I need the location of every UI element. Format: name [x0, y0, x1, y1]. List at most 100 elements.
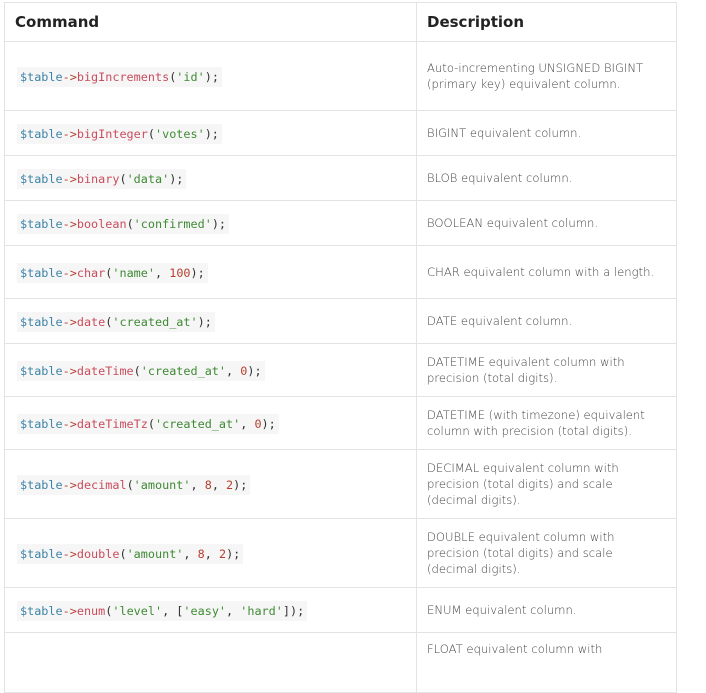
- code-token: $table: [20, 265, 63, 280]
- code-token: (: [119, 171, 127, 186]
- code-token: double: [76, 546, 120, 561]
- command-cell: $table->date('created_at');: [4, 298, 417, 344]
- command-cell: $table->bigIncrements('id');: [4, 41, 417, 111]
- table-row: $table->decimal('amount', 8, 2); DECIMAL …: [4, 449, 677, 519]
- code-token: 'easy': [183, 603, 227, 618]
- description-cell: ENUM equivalent column.: [416, 587, 677, 633]
- code-token: char: [76, 265, 106, 280]
- command-code: $table->enum('level', ['easy', 'hard']);: [17, 600, 308, 621]
- code-token: bigIncrements: [76, 69, 170, 84]
- description-cell: DATE equivalent column.: [416, 298, 677, 344]
- code-token: 100: [169, 265, 191, 280]
- table-row: FLOAT equivalent column with: [4, 632, 677, 693]
- table-row: $table->date('created_at'); DATE equivale…: [4, 298, 677, 344]
- code-token: (: [126, 477, 134, 492]
- code-token: );: [190, 265, 205, 280]
- code-token: binary: [76, 171, 120, 186]
- table-row: $table->dateTime('created_at', 0); DATETI…: [4, 343, 677, 397]
- code-token: 0: [254, 416, 262, 431]
- command-cell: $table->char('name', 100);: [4, 245, 417, 299]
- command-code: $table->char('name', 100);: [17, 262, 208, 283]
- code-token: dateTime: [76, 363, 134, 378]
- code-token: (: [147, 126, 155, 141]
- command-code: $table->double('amount', 8, 2);: [17, 543, 244, 564]
- code-token: );: [197, 314, 212, 329]
- command-cell: $table->decimal('amount', 8, 2);: [4, 449, 417, 519]
- code-token: ,: [226, 363, 241, 378]
- description-cell: DECIMAL equivalent column with precision…: [416, 449, 677, 519]
- code-token: $table: [20, 416, 63, 431]
- code-token: (: [147, 416, 155, 431]
- command-cell: [4, 632, 417, 693]
- code-token: );: [204, 126, 219, 141]
- code-token: ->: [62, 69, 77, 84]
- code-token: 'amount': [133, 477, 191, 492]
- description-cell: CHAR equivalent column with a length.: [416, 245, 677, 299]
- code-token: 'created_at': [112, 314, 198, 329]
- code-token: ,: [183, 546, 198, 561]
- code-token: $table: [20, 603, 63, 618]
- code-token: ->: [62, 416, 77, 431]
- code-token: 'confirmed': [133, 216, 212, 231]
- command-cell: $table->double('amount', 8, 2);: [4, 518, 417, 588]
- code-token: 'created_at': [154, 416, 241, 431]
- code-token: dateTimeTz: [76, 416, 148, 431]
- table-row: $table->char('name', 100); CHAR equivalen…: [4, 245, 677, 299]
- code-token: 'amount': [126, 546, 184, 561]
- description-cell: BOOLEAN equivalent column.: [416, 200, 677, 246]
- code-token: enum: [76, 603, 106, 618]
- command-header: Command: [4, 2, 417, 42]
- code-token: ->: [62, 216, 77, 231]
- code-token: ->: [62, 314, 77, 329]
- code-token: bigInteger: [76, 126, 148, 141]
- code-token: 'created_at': [140, 363, 227, 378]
- code-token: ->: [62, 546, 77, 561]
- code-token: $table: [20, 363, 63, 378]
- description-cell: Auto-incrementing UNSIGNED BIGINT (prima…: [416, 41, 677, 111]
- code-token: 2: [218, 546, 227, 561]
- code-token: ]);: [282, 603, 305, 618]
- code-token: , [: [162, 603, 184, 618]
- command-code: $table->dateTime('created_at', 0);: [17, 360, 265, 381]
- command-code: $table->dateTimeTz('created_at', 0);: [17, 413, 279, 434]
- code-token: ,: [226, 603, 241, 618]
- code-token: );: [233, 477, 248, 492]
- command-code: $table->bigInteger('votes');: [17, 123, 222, 144]
- code-token: 8: [204, 477, 212, 492]
- code-token: ,: [211, 477, 227, 492]
- table-row: $table->enum('level', ['easy', 'hard']);…: [4, 587, 677, 633]
- code-token: ->: [62, 171, 77, 186]
- code-token: (: [126, 216, 134, 231]
- code-token: ->: [62, 477, 77, 492]
- command-cell: $table->binary('data');: [4, 155, 417, 201]
- code-token: ->: [62, 603, 77, 618]
- command-cell: $table->dateTimeTz('created_at', 0);: [4, 396, 417, 450]
- code-token: 8: [197, 546, 205, 561]
- description-cell: BIGINT equivalent column.: [416, 110, 677, 156]
- command-cell: $table->bigInteger('votes');: [4, 110, 417, 156]
- code-token: $table: [20, 546, 63, 561]
- code-token: $table: [20, 69, 63, 84]
- description-cell: DATETIME (with timezone) equivalent colu…: [416, 396, 677, 450]
- code-token: 'votes': [154, 126, 205, 141]
- command-cell: $table->boolean('confirmed');: [4, 200, 417, 246]
- code-token: ,: [204, 546, 219, 561]
- code-token: boolean: [76, 216, 127, 231]
- code-token: (: [133, 363, 141, 378]
- description-cell: DOUBLE equivalent column with precision …: [416, 518, 677, 588]
- code-token: 'id': [176, 69, 205, 84]
- code-token: date: [76, 314, 106, 329]
- code-token: 'name': [112, 265, 155, 280]
- command-code: $table->date('created_at');: [17, 311, 215, 332]
- table-row: $table->dateTimeTz('created_at', 0); DATE…: [4, 396, 677, 450]
- code-token: );: [226, 546, 241, 561]
- description-header: Description: [416, 2, 677, 42]
- code-token: decimal: [76, 477, 127, 492]
- code-token: );: [169, 171, 184, 186]
- command-cell: $table->enum('level', ['easy', 'hard']);: [4, 587, 417, 633]
- code-token: );: [211, 216, 227, 231]
- table-row: $table->bigInteger('votes'); BIGINT equiv…: [4, 110, 677, 156]
- table-row: $table->bigIncrements('id'); Auto-increme…: [4, 41, 677, 111]
- command-code: $table->binary('data');: [17, 168, 187, 189]
- code-token: $table: [20, 171, 63, 186]
